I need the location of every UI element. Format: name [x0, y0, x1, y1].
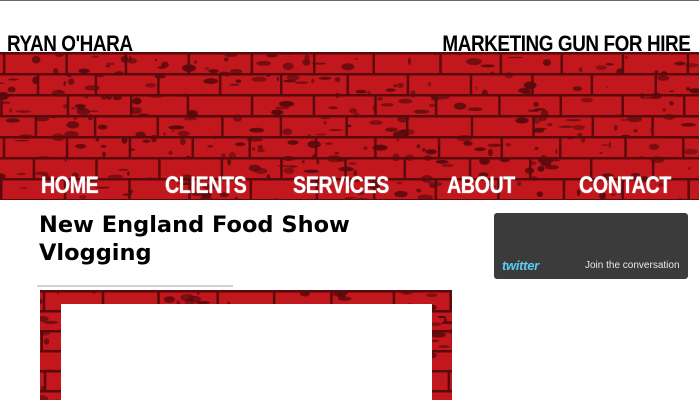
twitter-widget[interactable]: twitter Join the conversation — [494, 213, 688, 279]
nav-item-about[interactable]: ABOUT — [447, 170, 515, 202]
video-frame — [40, 290, 452, 400]
top-border — [0, 0, 699, 1]
nav-item-clients[interactable]: CLIENTS — [165, 170, 247, 202]
twitter-logo[interactable]: twitter — [502, 258, 539, 274]
nav-item-services[interactable]: SERVICES — [293, 170, 389, 202]
main-nav: HOME CLIENTS SERVICES ABOUT CONTACT — [0, 170, 699, 202]
post-title[interactable]: New England Food Show Vlogging — [39, 211, 399, 267]
nav-item-contact[interactable]: CONTACT — [579, 170, 671, 202]
video-embed[interactable] — [61, 304, 432, 400]
twitter-cta[interactable]: Join the conversation — [585, 259, 680, 273]
title-divider — [37, 285, 233, 287]
nav-item-home[interactable]: HOME — [41, 170, 99, 202]
